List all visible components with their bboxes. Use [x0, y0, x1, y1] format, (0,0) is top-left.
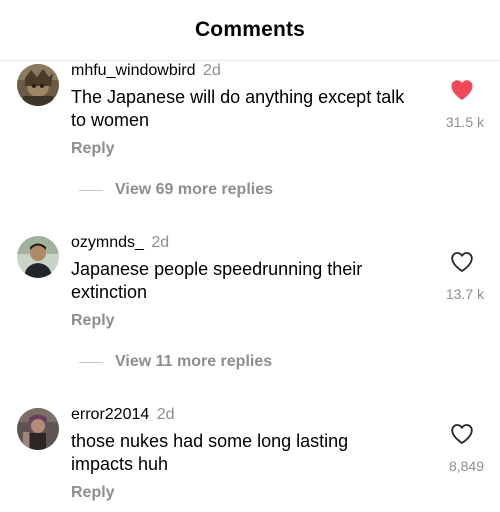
comment-time: 2d	[151, 234, 170, 251]
comment-text: Japanese people speedrunning their extin…	[71, 259, 363, 302]
avatar[interactable]	[17, 236, 59, 278]
divider-line	[79, 189, 103, 191]
heart-outline-icon[interactable]	[450, 423, 476, 447]
avatar[interactable]	[17, 64, 59, 106]
view-more-replies-label: View 69 more replies	[115, 181, 274, 198]
comment-text: those nukes had some long lasting impact…	[71, 431, 349, 474]
reply-button[interactable]: Reply	[71, 483, 115, 503]
comment-username[interactable]: error22014	[71, 406, 149, 423]
avatar[interactable]	[17, 408, 59, 450]
heart-outline-icon[interactable]	[450, 251, 476, 275]
reply-button[interactable]: Reply	[71, 139, 115, 159]
like-count: 8,849	[448, 458, 484, 474]
comment-time: 2d	[156, 406, 175, 423]
comments-header: Comments	[0, 0, 500, 61]
reply-button[interactable]: Reply	[71, 311, 115, 331]
page-title: Comments	[194, 18, 306, 41]
comment-meta: mhfu_windowbird 2d	[71, 61, 221, 81]
like-count: 13.7 k	[445, 286, 484, 302]
comment-time: 2d	[202, 62, 221, 79]
comment-meta: error22014 2d	[71, 405, 175, 425]
divider-line	[79, 361, 103, 363]
view-more-replies-button[interactable]: View 69 more replies	[79, 180, 273, 200]
comment-username[interactable]: mhfu_windowbird	[71, 62, 196, 79]
like-count: 31.5 k	[445, 114, 484, 130]
heart-filled-icon[interactable]	[450, 79, 476, 103]
view-more-replies-button[interactable]: View 11 more replies	[79, 352, 272, 372]
comment-text: The Japanese will do anything except tal…	[71, 87, 405, 130]
comment-username[interactable]: ozymnds_	[71, 234, 144, 251]
view-more-replies-label: View 11 more replies	[115, 353, 273, 370]
comment-meta: ozymnds_ 2d	[71, 233, 169, 253]
